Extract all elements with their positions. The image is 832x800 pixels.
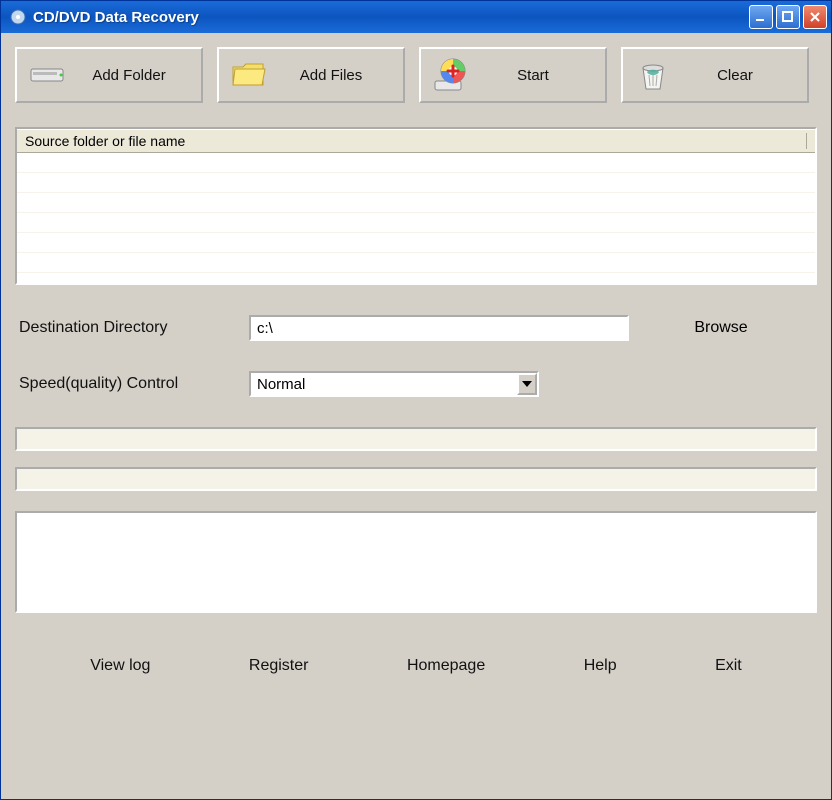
list-row — [17, 213, 815, 233]
add-folder-button[interactable]: Add Folder — [15, 47, 203, 103]
list-row — [17, 153, 815, 173]
dropdown-button[interactable] — [517, 373, 537, 395]
drive-icon — [27, 55, 67, 95]
folder-icon — [229, 55, 269, 95]
minimize-icon — [755, 11, 767, 23]
clear-button[interactable]: Clear — [621, 47, 809, 103]
chevron-down-icon — [522, 381, 532, 387]
speed-select[interactable]: Normal — [249, 371, 539, 397]
start-label: Start — [471, 67, 595, 84]
homepage-link[interactable]: Homepage — [407, 657, 485, 675]
progress-bar-1 — [15, 427, 817, 451]
minimize-button[interactable] — [749, 5, 773, 29]
list-row — [17, 173, 815, 193]
clear-label: Clear — [673, 67, 797, 84]
title-bar: CD/DVD Data Recovery — [1, 1, 831, 33]
destination-label: Destination Directory — [19, 319, 249, 337]
exit-link[interactable]: Exit — [715, 657, 742, 675]
bottom-links: View log Register Homepage Help Exit — [15, 657, 817, 675]
list-row — [17, 233, 815, 253]
destination-input[interactable] — [249, 315, 629, 341]
maximize-button[interactable] — [776, 5, 800, 29]
trash-icon — [633, 55, 673, 95]
viewlog-link[interactable]: View log — [90, 657, 150, 675]
list-row — [17, 253, 815, 273]
add-folder-label: Add Folder — [67, 67, 191, 84]
add-files-label: Add Files — [269, 67, 393, 84]
progress-bar-2 — [15, 467, 817, 491]
list-row — [17, 193, 815, 213]
toolbar: Add Folder Add Files — [15, 47, 817, 103]
start-button[interactable]: Start — [419, 47, 607, 103]
destination-row: Destination Directory Browse — [15, 315, 817, 341]
source-list[interactable]: Source folder or file name — [15, 127, 817, 285]
list-header[interactable]: Source folder or file name — [17, 129, 815, 153]
close-button[interactable] — [803, 5, 827, 29]
maximize-icon — [782, 11, 794, 23]
speed-row: Speed(quality) Control Normal — [15, 371, 817, 397]
close-icon — [809, 11, 821, 23]
status-box — [15, 511, 817, 613]
speed-label: Speed(quality) Control — [19, 375, 249, 393]
client-area: Add Folder Add Files — [1, 33, 831, 799]
list-body — [17, 153, 815, 283]
app-icon — [9, 8, 27, 26]
app-window: CD/DVD Data Recovery Add Folder — [0, 0, 832, 800]
browse-button[interactable]: Browse — [629, 319, 813, 337]
speed-selected: Normal — [251, 376, 517, 393]
window-controls — [749, 5, 827, 29]
window-title: CD/DVD Data Recovery — [33, 9, 749, 26]
column-source: Source folder or file name — [25, 133, 807, 149]
add-files-button[interactable]: Add Files — [217, 47, 405, 103]
start-icon — [431, 55, 471, 95]
help-link[interactable]: Help — [584, 657, 617, 675]
register-link[interactable]: Register — [249, 657, 309, 675]
